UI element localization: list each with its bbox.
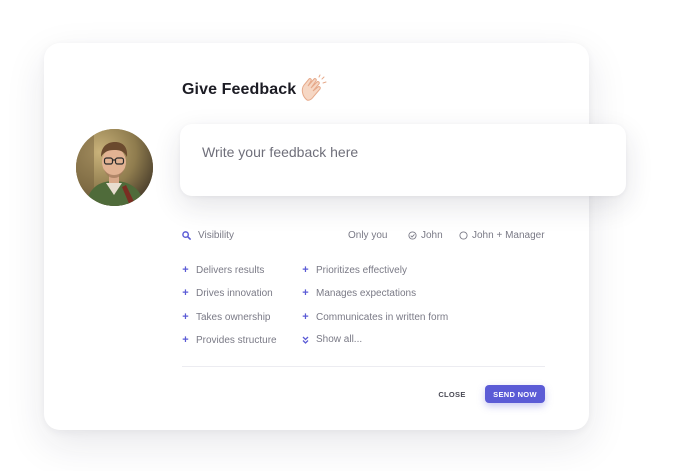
- visibility-row: Visibility Only you John John + Manager: [182, 230, 552, 244]
- plus-icon: +: [182, 334, 189, 346]
- tag-takes-ownership[interactable]: + Takes ownership: [182, 311, 270, 323]
- tag-prioritizes-effectively[interactable]: + Prioritizes effectively: [302, 264, 407, 276]
- tag-manages-expectations[interactable]: + Manages expectations: [302, 287, 416, 299]
- tag-label: Provides structure: [196, 334, 277, 346]
- visibility-label-text: Visibility: [198, 230, 234, 241]
- check-circle-icon: [408, 231, 417, 240]
- visibility-option-john[interactable]: John: [408, 230, 443, 241]
- page: Give Feedback Write your feedback here V…: [0, 0, 679, 471]
- clapping-hands-icon: [301, 74, 327, 101]
- plus-icon: +: [182, 311, 189, 323]
- chevron-double-down-icon: [302, 336, 309, 344]
- send-now-button[interactable]: SEND NOW: [485, 385, 545, 403]
- tag-communicates-written[interactable]: + Communicates in written form: [302, 311, 448, 323]
- close-button[interactable]: CLOSE: [430, 386, 474, 402]
- tag-drives-innovation[interactable]: + Drives innovation: [182, 287, 273, 299]
- tag-label: Takes ownership: [196, 311, 271, 323]
- radio-circle-icon: [459, 231, 468, 240]
- tag-label: Manages expectations: [316, 287, 417, 299]
- feedback-input-box[interactable]: [180, 124, 626, 196]
- feedback-input[interactable]: [202, 144, 604, 160]
- plus-icon: +: [182, 287, 189, 299]
- plus-icon: +: [302, 311, 309, 323]
- plus-icon: +: [182, 264, 189, 276]
- divider: [182, 366, 545, 367]
- tag-provides-structure[interactable]: + Provides structure: [182, 334, 277, 346]
- plus-icon: +: [302, 264, 309, 276]
- visibility-option-label: John + Manager: [472, 230, 545, 241]
- avatar-photo: [76, 129, 153, 206]
- show-all-label: Show all...: [316, 334, 363, 345]
- visibility-option-only-you[interactable]: Only you: [348, 230, 387, 241]
- visibility-label: Visibility: [182, 230, 234, 241]
- search-icon: [182, 231, 191, 240]
- page-title: Give Feedback: [182, 81, 297, 98]
- visibility-option-label: John: [421, 230, 443, 241]
- plus-icon: +: [302, 287, 309, 299]
- show-all-link[interactable]: Show all...: [302, 334, 362, 345]
- tag-label: Delivers results: [196, 264, 265, 276]
- tag-label: Communicates in written form: [316, 311, 449, 323]
- avatar: [76, 129, 153, 206]
- visibility-option-label: Only you: [348, 230, 388, 241]
- visibility-option-john-manager[interactable]: John + Manager: [459, 230, 545, 241]
- tag-label: Prioritizes effectively: [316, 264, 407, 276]
- tag-delivers-results[interactable]: + Delivers results: [182, 264, 264, 276]
- tag-label: Drives innovation: [196, 287, 273, 299]
